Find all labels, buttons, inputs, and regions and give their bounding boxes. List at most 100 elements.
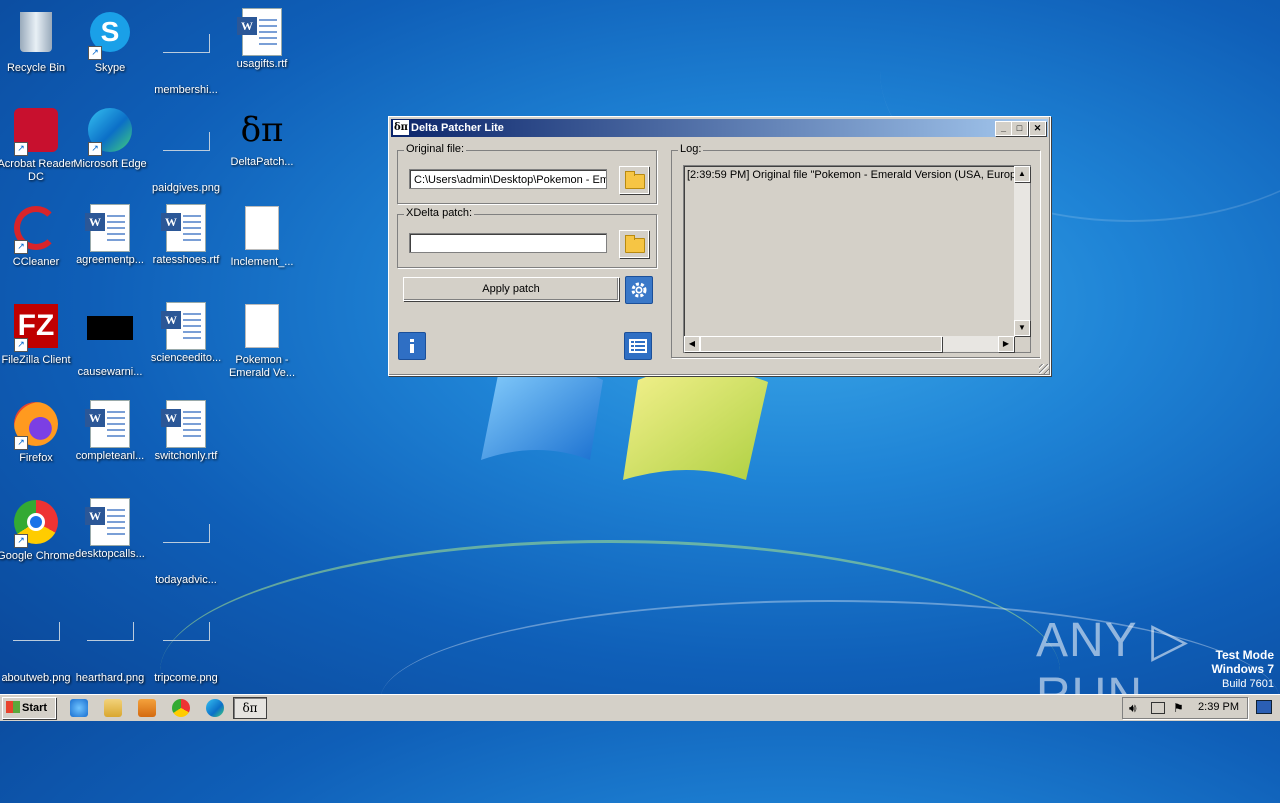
desktop-icon[interactable]: Inclement_...: [222, 204, 302, 269]
desktop-icon[interactable]: tripcome.png: [146, 596, 226, 685]
start-button[interactable]: Start: [2, 697, 56, 719]
scroll-right-icon[interactable]: ▶: [998, 336, 1014, 352]
desktop-icon[interactable]: ↗ Google Chrome: [0, 498, 76, 563]
desktop-icon-label: completeanl...: [75, 450, 145, 462]
apply-patch-button[interactable]: Apply patch: [403, 277, 619, 301]
horizontal-scroll-thumb[interactable]: [700, 336, 942, 352]
desktop-icon[interactable]: Wcompleteanl...: [70, 400, 150, 463]
desktop-icon-label: Recycle Bin: [6, 62, 66, 74]
volume-icon[interactable]: 🔊︎: [1129, 701, 1137, 716]
desktop-icon[interactable]: Wusagifts.rtf: [222, 8, 302, 71]
windows-version-label: Windows 7: [1211, 662, 1274, 676]
xdelta-patch-legend: XDelta patch:: [404, 207, 475, 219]
desktop-icon[interactable]: ↗ Microsoft Edge: [70, 106, 150, 171]
desktop-icon-label: Acrobat Reader DC: [0, 158, 75, 183]
ie-icon[interactable]: [70, 699, 88, 717]
taskbar: Start δπ 🔊︎ ⚑ 2:39 PM: [0, 694, 1280, 721]
flag-icon[interactable]: ⚑: [1173, 701, 1184, 715]
vertical-scrollbar[interactable]: ▲ ▼: [1014, 166, 1030, 336]
edge-icon: ↗: [86, 108, 134, 156]
desktop-icon[interactable]: ↗ Acrobat Reader DC: [0, 106, 76, 184]
original-file-input[interactable]: C:\Users\admin\Desktop\Pokemon - Emerald…: [409, 169, 607, 189]
desktop-icon[interactable]: FZ ↗ FileZilla Client: [0, 302, 76, 367]
desktop-icon[interactable]: Wswitchonly.rtf: [146, 400, 226, 463]
settings-button[interactable]: [625, 276, 653, 304]
system-tray: 🔊︎ ⚑ 2:39 PM: [1122, 697, 1248, 719]
edge-icon[interactable]: [206, 699, 224, 717]
skype-icon: S ↗: [86, 12, 134, 60]
desktop-icon[interactable]: aboutweb.png: [0, 596, 76, 685]
log-legend: Log:: [678, 143, 704, 155]
chrome-icon[interactable]: [172, 699, 190, 717]
scroll-up-icon[interactable]: ▲: [1014, 166, 1030, 182]
clock[interactable]: 2:39 PM: [1198, 701, 1239, 713]
horizontal-scrollbar[interactable]: ◀ ▶: [684, 336, 1014, 352]
desktop-icon[interactable]: Wscienceedito...: [146, 302, 226, 365]
explorer-icon[interactable]: [104, 699, 122, 717]
browse-patch-button[interactable]: [619, 230, 649, 258]
desktop-icon[interactable]: δπ DeltaPatch...: [222, 106, 302, 169]
shortcut-arrow-icon: ↗: [88, 142, 102, 156]
taskbar-item-delta-patcher[interactable]: δπ: [233, 697, 267, 719]
desktop-icon-label: hearthard.png: [75, 672, 145, 684]
desktop-icon-label: tripcome.png: [154, 672, 218, 684]
desktop-icon-label: agreementp...: [76, 254, 144, 266]
recycle-bin-icon: [12, 12, 60, 60]
minimize-button[interactable]: _: [995, 121, 1012, 136]
log-toggle-button[interactable]: [624, 332, 652, 360]
image-file-icon: [162, 34, 210, 82]
shortcut-arrow-icon: ↗: [14, 142, 28, 156]
show-desktop-icon[interactable]: [1256, 700, 1272, 714]
resize-grip-icon[interactable]: [1039, 364, 1049, 374]
firefox-icon: ↗: [12, 402, 60, 450]
gear-icon: [631, 282, 647, 298]
delta-patcher-icon: δπ: [240, 110, 284, 150]
word-document-icon: W: [85, 498, 134, 546]
title-bar[interactable]: δπ Delta Patcher Lite _ □ ✕: [391, 119, 1048, 137]
desktop-icon[interactable]: membershi...: [146, 8, 226, 97]
scroll-down-icon[interactable]: ▼: [1014, 320, 1030, 336]
browse-original-button[interactable]: [619, 166, 649, 194]
shortcut-arrow-icon: ↗: [14, 240, 28, 254]
window-title: Delta Patcher Lite: [411, 122, 504, 134]
desktop-icon-label: Inclement_...: [230, 256, 294, 268]
desktop-icon[interactable]: todayadvic...: [146, 498, 226, 587]
maximize-button[interactable]: □: [1011, 121, 1028, 136]
desktop-icon[interactable]: ↗ Firefox: [0, 400, 76, 465]
desktop-icon[interactable]: paidgives.png: [146, 106, 226, 195]
desktop-icon[interactable]: ↗ CCleaner: [0, 204, 76, 269]
image-file-icon: [86, 316, 134, 364]
log-line: [2:39:59 PM] Original file "Pokemon - Em…: [687, 169, 1014, 181]
close-button[interactable]: ✕: [1029, 121, 1046, 136]
desktop-icon[interactable]: Wagreementp...: [70, 204, 150, 267]
test-mode-label: Test Mode: [1215, 648, 1274, 662]
desktop-icon-label: paidgives.png: [152, 182, 220, 194]
media-player-icon[interactable]: [138, 699, 156, 717]
about-button[interactable]: [398, 332, 426, 360]
word-document-icon: W: [237, 8, 286, 56]
log-area[interactable]: [2:39:59 PM] Original file "Pokemon - Em…: [683, 165, 1031, 353]
desktop-icon-label: Microsoft Edge: [73, 158, 147, 170]
desktop-icon-label: scienceedito...: [150, 352, 222, 364]
windows-flag-icon: [6, 701, 20, 713]
desktop-icon[interactable]: hearthard.png: [70, 596, 150, 685]
build-label: Build 7601: [1222, 678, 1274, 690]
xdelta-patch-input[interactable]: [409, 233, 607, 253]
image-file-icon: [162, 524, 210, 572]
desktop-icon[interactable]: S ↗ Skype: [70, 8, 150, 75]
blank-file-icon: [238, 304, 286, 352]
desktop-icon[interactable]: Wratesshoes.rtf: [146, 204, 226, 267]
desktop-icon[interactable]: causewarni...: [70, 302, 150, 379]
desktop-icon-label: todayadvic...: [155, 574, 217, 586]
scroll-left-icon[interactable]: ◀: [684, 336, 700, 352]
app-icon: δπ: [393, 120, 409, 135]
desktop-icon-label: ratesshoes.rtf: [152, 254, 220, 266]
word-document-icon: W: [161, 400, 210, 448]
desktop-icon[interactable]: Wdesktopcalls...: [70, 498, 150, 561]
ccleaner-icon: ↗: [12, 206, 60, 254]
desktop-icon[interactable]: Recycle Bin: [0, 8, 76, 75]
desktop-icon-label: DeltaPatch...: [230, 156, 294, 168]
network-icon[interactable]: [1151, 702, 1165, 714]
desktop-icon[interactable]: Pokemon - Emerald Ve...: [222, 302, 302, 380]
desktop-icon-label: desktopcalls...: [75, 548, 145, 560]
